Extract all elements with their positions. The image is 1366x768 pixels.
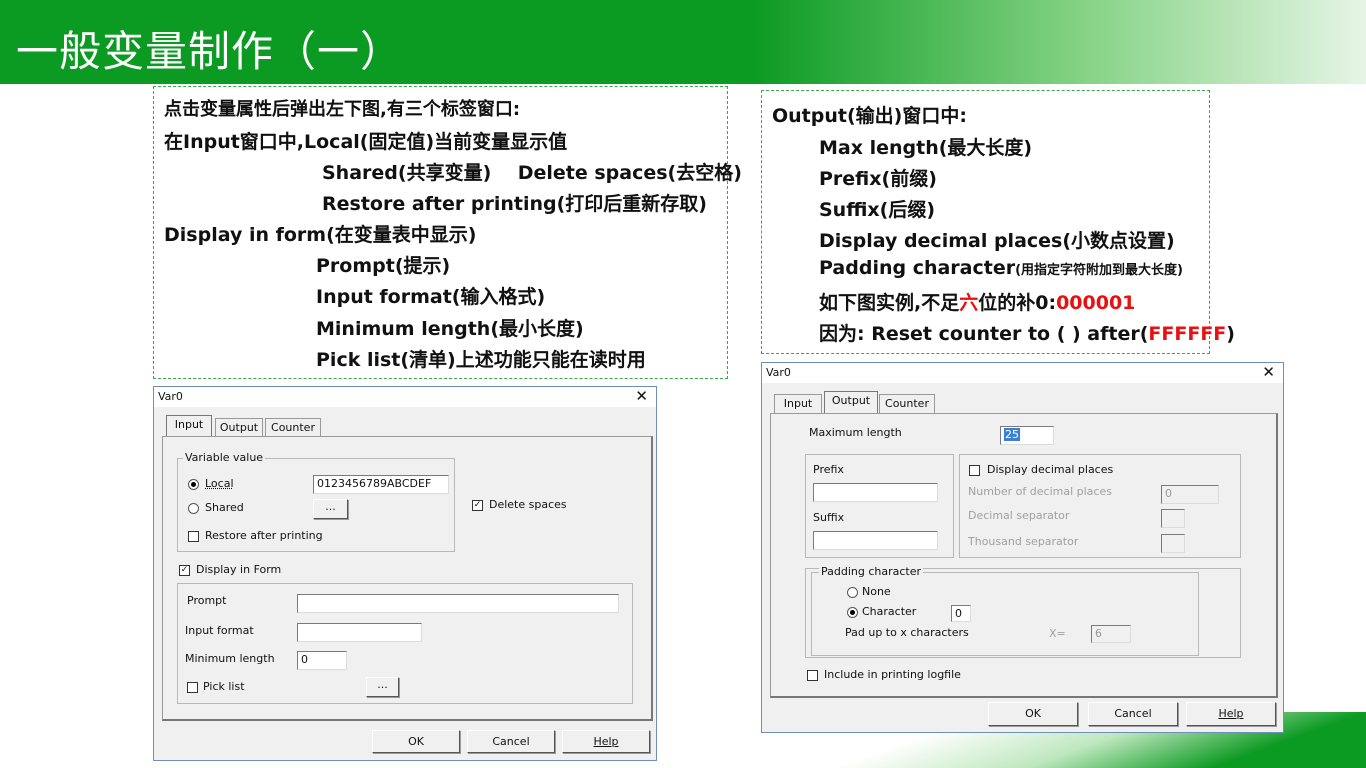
tab-input[interactable]: Input [774,394,822,413]
help-button[interactable]: Help [1186,702,1276,726]
delete-spaces-checkbox[interactable]: ✓ [472,500,483,511]
line7-text-a: 如下图实例,不足 [819,292,960,314]
tab-counter[interactable]: Counter [879,394,935,413]
thousand-separator-label: Thousand separator [968,535,1079,548]
right-note-line-6: Padding character(用指定字符附加到最大长度) [819,257,1183,279]
right-note-line-8: 因为: Reset counter to ( ) after(FFFFFF) [819,319,1235,346]
minimum-length-label: Minimum length [185,652,275,665]
tab-output[interactable]: Output [824,391,878,413]
pick-list-checkbox[interactable] [187,682,198,693]
local-value-field[interactable]: 0123456789ABCDEF [313,475,449,494]
display-decimal-checkbox[interactable] [969,465,980,476]
right-note-line-3: Prefix(前缀) [819,168,937,190]
prefix-label: Prefix [813,463,844,476]
close-icon[interactable]: ✕ [1262,363,1275,381]
left-note-line-8: Minimum length(最小长度) [316,318,584,340]
left-note-line-4: Restore after printing(打印后重新存取) [322,193,707,215]
left-note-box: 点击变量属性后弹出左下图,有三个标签窗口: 在Input窗口中,Local(固定… [153,86,742,379]
restore-label: Restore after printing [205,529,323,542]
input-format-field[interactable] [297,623,422,642]
slide-title: 一般变量制作（一） [16,27,404,76]
maximum-length-field[interactable]: 25 [1000,426,1054,445]
cancel-button[interactable]: Cancel [467,730,555,753]
shared-label: Shared [205,501,244,514]
tab-output[interactable]: Output [215,418,263,437]
display-in-form-checkbox[interactable]: ✓ [179,565,190,576]
left-note-line-3: Shared(共享变量) Delete spaces(去空格) [322,162,742,184]
right-note-line-2: Max length(最大长度) [819,137,1033,159]
restore-checkbox[interactable] [188,531,199,542]
shared-browse-button[interactable]: ... [313,499,348,519]
maximum-length-value: 25 [1004,428,1020,441]
right-note-line-5: Display decimal places(小数点设置) [819,230,1175,252]
display-decimal-label: Display decimal places [987,463,1114,476]
ok-button[interactable]: OK [372,730,460,753]
x-equals-label: X= [1049,627,1066,640]
line7-text-b: 位的补0: [978,292,1057,314]
right-note-line-4: Suffix(后缀) [819,199,936,221]
pad-length-field[interactable]: 6 [1091,625,1131,643]
display-in-form-label: Display in Form [196,563,282,576]
none-radio[interactable] [847,587,858,598]
character-field[interactable]: 0 [951,605,971,622]
variable-value-group-label: Variable value [183,451,266,464]
left-note-line-5: Display in form(在变量表中显示) [164,224,477,246]
left-note-line-6: Prompt(提示) [316,255,451,277]
close-icon[interactable]: ✕ [635,387,648,405]
tab-input[interactable]: Input [166,415,212,437]
left-note-line-7: Input format(输入格式) [316,286,546,308]
padding-character-group-label: Padding character [819,565,924,578]
maximum-length-label: Maximum length [809,426,902,439]
line7-red-b: 000001 [1056,292,1136,314]
right-note-box: Output(输出)窗口中: Max length(最大长度) Prefix(前… [761,90,1235,354]
delete-spaces-label: Delete spaces [489,498,567,511]
output-tab-panel: Maximum length 25 Prefix Suffix Display … [770,413,1278,698]
suffix-field[interactable] [813,531,938,550]
pick-list-browse-button[interactable]: ... [366,677,399,697]
dialog-title: Var0 [158,390,183,403]
prompt-label: Prompt [187,594,227,607]
prompt-field[interactable] [297,594,619,613]
pad-up-label: Pad up to x characters [845,626,969,639]
decimal-separator-label: Decimal separator [968,509,1070,522]
padding-character-text: Padding character [819,257,1016,279]
local-radio[interactable] [188,479,199,490]
ok-button[interactable]: OK [988,702,1078,726]
left-note-line-9: Pick list(清单)上述功能只能在读时用 [316,349,646,371]
left-note-line-1: 点击变量属性后弹出左下图,有三个标签窗口: [164,99,521,120]
padding-character-note: (用指定字符附加到最大长度) [1015,263,1183,278]
decimal-separator-field[interactable] [1161,509,1185,528]
character-radio[interactable] [847,607,858,618]
var0-input-dialog: Var0 ✕ Input Output Counter Variable val… [153,386,657,761]
prefix-field[interactable] [813,483,938,502]
num-decimal-field[interactable]: 0 [1161,485,1219,504]
left-note-line-2: 在Input窗口中,Local(固定值)当前变量显示值 [164,131,568,153]
input-format-label: Input format [185,624,254,637]
suffix-label: Suffix [813,511,845,524]
minimum-length-field[interactable]: 0 [297,651,347,670]
dialog-titlebar: Var0 ✕ [762,363,1283,383]
right-note-line-1: Output(输出)窗口中: [772,105,967,127]
tab-counter[interactable]: Counter [265,418,321,437]
thousand-separator-field[interactable] [1161,534,1185,553]
none-label: None [862,585,891,598]
shared-radio[interactable] [188,503,199,514]
right-note-line-7: 如下图实例,不足六位的补0:000001 [819,288,1135,315]
line8-text-b: ) [1226,323,1235,345]
include-log-label: Include in printing logfile [824,668,961,681]
help-button[interactable]: Help [562,730,650,753]
include-log-checkbox[interactable] [807,670,818,681]
line8-red: FFFFFF [1148,323,1227,345]
pick-list-label: Pick list [203,680,245,693]
dialog-titlebar: Var0 ✕ [154,387,656,407]
num-decimal-label: Number of decimal places [968,485,1112,498]
dialog-title: Var0 [766,366,791,379]
local-label: Local [205,477,234,490]
line8-text-a: 因为: Reset counter to ( ) after( [819,323,1149,345]
line7-red-a: 六 [959,292,979,314]
var0-output-dialog: Var0 ✕ Input Output Counter Maximum leng… [761,362,1284,733]
character-label: Character [862,605,917,618]
cancel-button[interactable]: Cancel [1088,702,1178,726]
input-tab-panel: Variable value Local 0123456789ABCDEF Sh… [162,436,653,721]
